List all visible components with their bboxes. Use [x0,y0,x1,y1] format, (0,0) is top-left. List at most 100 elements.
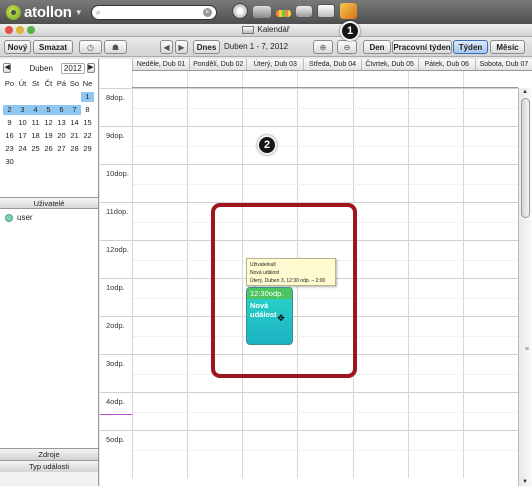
mini-calendar-day[interactable]: 25 [29,144,42,154]
calendar-window: Kalendář Nový Smazat ◷ ☗ ◀ ▶ Dnes Duben … [0,24,532,486]
mini-calendar-empty-cell [16,92,29,102]
tasks-app-icon[interactable] [340,3,357,19]
hour-label: 4odp. [106,397,125,406]
today-button[interactable]: Dnes [193,40,220,54]
chevron-down-icon[interactable]: ▼ [75,8,83,17]
search-icon: ⌕ [95,6,101,17]
day-header[interactable]: Čtvrtek, Dub 05 [360,59,418,70]
day-header[interactable]: Pondělí, Dub 02 [189,59,246,70]
mini-calendar-day[interactable]: 15 [81,118,94,128]
mini-calendar-day[interactable]: 9 [3,118,16,128]
day-header[interactable]: Neděle, Dub 01 [132,59,189,70]
mini-calendar-empty-cell [55,157,68,167]
mini-calendar-empty-cell [29,157,42,167]
view-week-button[interactable]: Týden [453,40,488,54]
calendar-app-icon[interactable] [317,4,335,18]
window-title: Kalendář [0,25,532,34]
day-header[interactable]: Sobota, Dub 07 [474,59,532,70]
mini-calendar-day[interactable]: 29 [81,144,94,154]
users-panel-header[interactable]: Uživatelé [0,197,98,209]
history-icon[interactable]: ◷ [79,40,102,54]
hour-label: 10dop. [106,169,129,178]
hour-label: 12odp. [106,245,129,254]
mini-calendar-day[interactable]: 4 [29,105,42,115]
mini-calendar-day[interactable]: 18 [29,131,42,141]
mini-calendar-day[interactable]: 27 [55,144,68,154]
next-month-icon[interactable]: ▶ [86,63,95,73]
users-icon[interactable]: ☗ [104,40,127,54]
mini-calendar-day[interactable]: 22 [81,131,94,141]
calendar-toolbar: Nový Smazat ◷ ☗ ◀ ▶ Dnes Duben 1 - 7, 20… [0,37,532,57]
scrollbar-thumb[interactable] [521,98,530,218]
clock-app-icon[interactable] [232,3,248,19]
zoom-in-icon[interactable]: ⊕ [313,40,333,54]
scroll-up-icon[interactable]: ▲ [522,89,528,95]
mini-calendar-empty-cell [42,92,55,102]
mini-calendar-month[interactable]: Duben [29,64,53,73]
previous-month-icon[interactable]: ◀ [3,63,12,73]
day-header[interactable]: Úterý, Dub 03 [246,59,303,70]
mini-calendar-day[interactable]: 14 [68,118,81,128]
mini-calendar-day[interactable]: 17 [16,131,29,141]
mini-calendar-day[interactable]: 3 [16,105,29,115]
hour-label: 1odp. [106,283,125,292]
clear-search-icon[interactable]: × [202,7,212,17]
next-week-icon[interactable]: ▶ [175,40,188,54]
mini-calendar-day[interactable]: 2 [3,105,16,115]
tab-resources[interactable]: Zdroje [0,448,98,460]
hour-label: 2odp. [106,321,125,330]
mini-calendar-day[interactable]: 24 [16,144,29,154]
hour-label: 3odp. [106,359,125,368]
mini-calendar-day[interactable]: 21 [68,131,81,141]
mini-calendar-empty-cell [81,157,94,167]
mini-calendar-day[interactable]: 23 [3,144,16,154]
mini-calendar-day[interactable]: 6 [55,105,68,115]
mini-calendar-day[interactable]: 20 [55,131,68,141]
calendar-event[interactable]: 12:30odp. Nová událost ✥ [246,287,293,345]
hour-label: 11dop. [106,207,129,216]
resize-grip-icon[interactable]: ≡ [525,346,529,353]
mini-calendar-day[interactable]: 19 [42,131,55,141]
zoom-out-icon[interactable]: ⊖ [337,40,357,54]
mini-calendar-day[interactable]: 30 [3,157,16,167]
view-month-button[interactable]: Měsíc [490,40,525,54]
new-button[interactable]: Nový [4,40,31,54]
mini-calendar-empty-cell [42,157,55,167]
user-status-icon [5,213,13,222]
annotation-marker-1: 1 [340,21,360,41]
all-day-row[interactable] [132,71,518,88]
mini-calendar-day[interactable]: 8 [81,105,94,115]
view-day-button[interactable]: Den [363,40,391,54]
laptop-app-icon[interactable] [253,6,271,18]
weekday-label: Ne [82,79,93,88]
mini-calendar-day[interactable]: 28 [68,144,81,154]
mini-calendar-empty-cell [68,92,81,102]
weekday-label: Po [4,79,15,88]
tab-event-type[interactable]: Typ události [0,460,98,472]
list-item[interactable]: user [5,213,93,222]
search-input[interactable]: ⌕ × [90,4,217,20]
atollon-logo[interactable]: atollon ▼ [6,4,83,21]
colors-app-icon[interactable] [276,9,291,17]
mini-calendar-day[interactable]: 1 [81,92,94,102]
delete-button[interactable]: Smazat [33,40,73,54]
mini-calendar-day[interactable]: 16 [3,131,16,141]
date-range-label: Duben 1 - 7, 2012 [224,42,289,51]
mini-calendar-day[interactable]: 13 [55,118,68,128]
view-workweek-button[interactable]: Pracovní týden [392,40,452,54]
mini-calendar-day[interactable]: 7 [68,105,81,115]
mini-calendar-year[interactable]: 2012 [60,62,85,74]
devices-app-icon[interactable] [296,5,312,17]
previous-week-icon[interactable]: ◀ [160,40,173,54]
mini-calendar-day[interactable]: 26 [42,144,55,154]
mini-calendar-day[interactable]: 5 [42,105,55,115]
day-header[interactable]: Pátek, Dub 06 [417,59,475,70]
mini-calendar-day[interactable]: 11 [29,118,42,128]
day-header[interactable]: Středa, Dub 04 [303,59,360,70]
vertical-scrollbar[interactable]: ▲ ≡ ▼ [518,88,532,486]
scroll-down-icon[interactable]: ▼ [522,479,528,485]
users-list: user [0,209,98,461]
mini-calendar-day[interactable]: 10 [16,118,29,128]
atollon-logo-icon [6,4,21,20]
mini-calendar-day[interactable]: 12 [42,118,55,128]
